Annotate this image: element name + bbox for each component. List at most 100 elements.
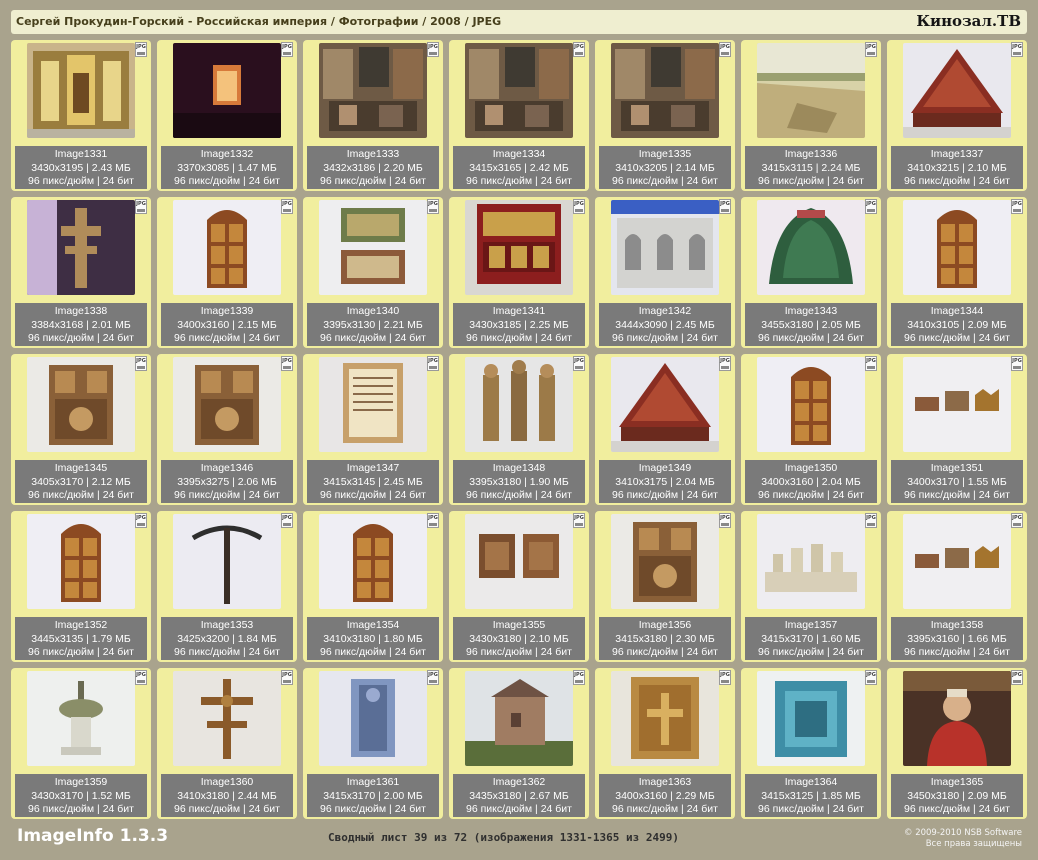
thumbnail-card[interactable]: JPG Image1361 3415x3170 | 2.00 МБ 96 пикс/д…	[303, 668, 443, 819]
thumbnail-image[interactable]	[173, 200, 281, 295]
image-name: Image1332	[200, 148, 254, 160]
image-info: Image1343 3455x3180 | 2.05 МБ 96 пикс/дюйм…	[745, 303, 877, 346]
thumbnail-image[interactable]	[757, 671, 865, 766]
image-meta: 96 пикс/дюйм | 24 бит	[904, 646, 1010, 658]
thumbnail-image[interactable]	[173, 43, 281, 138]
jpg-file-icon: JPG	[135, 356, 147, 371]
thumbnail-image[interactable]	[611, 514, 719, 609]
thumbnail-card[interactable]: JPG Image1335 3410x3205 | 2.14 МБ 96 пикс/д…	[595, 40, 735, 191]
thumbnail-image[interactable]	[319, 671, 427, 766]
thumbnail-image[interactable]	[27, 671, 135, 766]
image-meta: 96 пикс/дюйм | 24 бит	[174, 175, 280, 187]
jpg-file-icon: JPG	[719, 670, 731, 685]
jpg-file-icon: JPG	[135, 42, 147, 57]
thumbnail-card[interactable]: JPG Image1332 3370x3085 | 1.47 МБ 96 пикс/д…	[157, 40, 297, 191]
thumbnail-image[interactable]	[465, 514, 573, 609]
thumbnail-card[interactable]: JPG Image1339 3400x3160 | 2.15 МБ 96 пикс/д…	[157, 197, 297, 348]
thumbnail-image[interactable]	[903, 514, 1011, 609]
thumbnail-card[interactable]: JPG Image1342 3444x3090 | 2.45 МБ 96 пикс/д…	[595, 197, 735, 348]
jpg-file-icon: JPG	[573, 199, 585, 214]
image-size: 3445x3135 | 1.79 МБ	[31, 632, 131, 645]
image-meta: 96 пикс/дюйм | 24 бит	[466, 646, 572, 658]
thumbnail-image[interactable]	[903, 357, 1011, 452]
thumbnail-card[interactable]: JPG Image1341 3430x3185 | 2.25 МБ 96 пикс/д…	[449, 197, 589, 348]
image-meta: 96 пикс/дюйм | 24 бит	[320, 646, 426, 658]
thumbnail-card[interactable]: JPG Image1347 3415x3145 | 2.45 МБ 96 пикс/д…	[303, 354, 443, 505]
thumbnail-card[interactable]: JPG Image1338 3384x3168 | 2.01 МБ 96 пикс/д…	[11, 197, 151, 348]
thumbnail-card[interactable]: JPG Image1363 3400x3160 | 2.29 МБ 96 пикс/д…	[595, 668, 735, 819]
thumbnail-card[interactable]: JPG Image1334 3415x3165 | 2.42 МБ 96 пикс/д…	[449, 40, 589, 191]
thumbnail-image[interactable]	[173, 357, 281, 452]
jpg-file-icon: JPG	[427, 513, 439, 528]
thumbnail-image[interactable]	[27, 43, 135, 138]
thumbnail-card[interactable]: JPG Image1344 3410x3105 | 2.09 МБ 96 пикс/д…	[887, 197, 1027, 348]
thumbnail-image[interactable]	[757, 43, 865, 138]
thumbnail-card[interactable]: JPG Image1331 3430x3195 | 2.43 МБ 96 пикс/д…	[11, 40, 151, 191]
thumbnail-card[interactable]: JPG Image1345 3405x3170 | 2.12 МБ 96 пикс/д…	[11, 354, 151, 505]
thumbnail-card[interactable]: JPG Image1336 3415x3115 | 2.24 МБ 96 пикс/д…	[741, 40, 881, 191]
jpg-file-icon: JPG	[719, 42, 731, 57]
thumbnail-image[interactable]	[27, 514, 135, 609]
thumbnail-image[interactable]	[611, 43, 719, 138]
thumbnail-image[interactable]	[611, 357, 719, 452]
jpg-file-icon: JPG	[865, 42, 877, 57]
thumbnail-image[interactable]	[757, 514, 865, 609]
thumbnail-image[interactable]	[903, 200, 1011, 295]
thumbnail-image[interactable]	[465, 43, 573, 138]
thumbnail-image[interactable]	[173, 671, 281, 766]
thumbnail-image[interactable]	[465, 357, 573, 452]
thumbnail-card[interactable]: JPG Image1351 3400x3170 | 1.55 МБ 96 пикс/д…	[887, 354, 1027, 505]
image-info: Image1361 3415x3170 | 2.00 МБ 96 пикс/дюйм…	[307, 774, 439, 817]
thumbnail-card[interactable]: JPG Image1352 3445x3135 | 1.79 МБ 96 пикс/д…	[11, 511, 151, 662]
jpg-file-icon: JPG	[427, 42, 439, 57]
image-info: Image1351 3400x3170 | 1.55 МБ 96 пикс/дюйм…	[891, 460, 1023, 503]
thumbnail-card[interactable]: JPG Image1343 3455x3180 | 2.05 МБ 96 пикс/д…	[741, 197, 881, 348]
thumbnail-image[interactable]	[465, 671, 573, 766]
image-info: Image1350 3400x3160 | 2.04 МБ 96 пикс/дюйм…	[745, 460, 877, 503]
thumbnail-card[interactable]: JPG Image1350 3400x3160 | 2.04 МБ 96 пикс/д…	[741, 354, 881, 505]
thumbnail-card[interactable]: JPG Image1362 3435x3180 | 2.67 МБ 96 пикс/д…	[449, 668, 589, 819]
thumbnail-image[interactable]	[27, 200, 135, 295]
thumbnail-card[interactable]: JPG Image1333 3432x3186 | 2.20 МБ 96 пикс/д…	[303, 40, 443, 191]
image-name: Image1339	[200, 305, 254, 317]
thumbnail-image[interactable]	[173, 514, 281, 609]
image-info: Image1359 3430x3170 | 1.52 МБ 96 пикс/дюйм…	[15, 774, 147, 817]
image-name: Image1343	[784, 305, 838, 317]
jpg-file-icon: JPG	[135, 513, 147, 528]
thumbnail-card[interactable]: JPG Image1354 3410x3180 | 1.80 МБ 96 пикс/д…	[303, 511, 443, 662]
thumbnail-card[interactable]: JPG Image1353 3425x3200 | 1.84 МБ 96 пикс/д…	[157, 511, 297, 662]
thumbnail-image[interactable]	[27, 357, 135, 452]
thumbnail-image[interactable]	[319, 200, 427, 295]
site-logo-text: Кинозал.ТВ	[916, 12, 1021, 30]
thumbnail-image[interactable]	[465, 200, 573, 295]
thumbnail-image[interactable]	[319, 514, 427, 609]
thumbnail-image[interactable]	[757, 357, 865, 452]
thumbnail-card[interactable]: JPG Image1340 3395x3130 | 2.21 МБ 96 пикс/д…	[303, 197, 443, 348]
jpg-file-icon: JPG	[573, 670, 585, 685]
thumbnail-image[interactable]	[903, 43, 1011, 138]
jpg-file-icon: JPG	[281, 42, 293, 57]
thumbnail-card[interactable]: JPG Image1356 3415x3180 | 2.30 МБ 96 пикс/д…	[595, 511, 735, 662]
thumbnail-card[interactable]: JPG Image1359 3430x3170 | 1.52 МБ 96 пикс/д…	[11, 668, 151, 819]
image-meta: 96 пикс/дюйм | 24 бит	[320, 175, 426, 187]
thumbnail-card[interactable]: JPG Image1349 3410x3175 | 2.04 МБ 96 пикс/д…	[595, 354, 735, 505]
jpg-file-icon: JPG	[865, 513, 877, 528]
thumbnail-card[interactable]: JPG Image1357 3415x3170 | 1.60 МБ 96 пикс/д…	[741, 511, 881, 662]
thumbnail-card[interactable]: JPG Image1358 3395x3160 | 1.66 МБ 96 пикс/д…	[887, 511, 1027, 662]
thumbnail-image[interactable]	[319, 357, 427, 452]
thumbnail-image[interactable]	[611, 671, 719, 766]
image-name: Image1337	[930, 148, 984, 160]
thumbnail-card[interactable]: JPG Image1364 3415x3125 | 1.85 МБ 96 пикс/д…	[741, 668, 881, 819]
image-meta: 96 пикс/дюйм | 24 бит	[758, 803, 864, 815]
thumbnail-image[interactable]	[903, 671, 1011, 766]
thumbnail-card[interactable]: JPG Image1348 3395x3180 | 1.90 МБ 96 пикс/д…	[449, 354, 589, 505]
thumbnail-card[interactable]: JPG Image1355 3430x3180 | 2.10 МБ 96 пикс/д…	[449, 511, 589, 662]
thumbnail-card[interactable]: JPG Image1346 3395x3275 | 2.06 МБ 96 пикс/д…	[157, 354, 297, 505]
thumbnail-image[interactable]	[757, 200, 865, 295]
thumbnail-card[interactable]: JPG Image1365 3450x3180 | 2.09 МБ 96 пикс/д…	[887, 668, 1027, 819]
thumbnail-image[interactable]	[319, 43, 427, 138]
thumbnail-card[interactable]: JPG Image1360 3410x3180 | 2.44 МБ 96 пикс/д…	[157, 668, 297, 819]
image-info: Image1345 3405x3170 | 2.12 МБ 96 пикс/дюйм…	[15, 460, 147, 503]
thumbnail-card[interactable]: JPG Image1337 3410x3215 | 2.10 МБ 96 пикс/д…	[887, 40, 1027, 191]
thumbnail-image[interactable]	[611, 200, 719, 295]
